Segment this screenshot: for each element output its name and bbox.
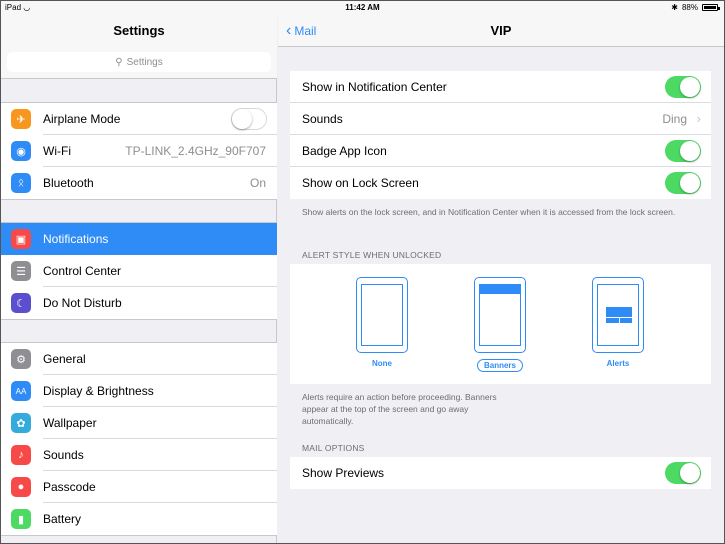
clock: 11:42 AM [345,3,380,12]
alert-style-header: ALERT STYLE WHEN UNLOCKED [302,250,442,260]
bluetooth-status: On [249,176,266,190]
airplane-mode-toggle[interactable] [231,108,267,130]
battery-icon [702,4,720,11]
sidebar-item-label: Display & Brightness [43,375,277,407]
sidebar-item-label: Notifications [43,232,109,246]
notification-settings-group: Show in Notification Center Sounds Ding … [290,71,711,199]
lock-screen-note: Show alerts on the lock screen, and in N… [302,207,676,217]
alert-style-none-label: None [372,359,392,368]
alert-style-banners[interactable]: Banners [470,277,530,373]
notifications-icon: ▣ [11,229,31,249]
page-title: VIP [490,23,512,38]
row-show-on-lock-screen[interactable]: Show on Lock Screen [290,167,711,199]
vip-detail-pane: ‹ Mail VIP Show in Notification Center S… [278,1,724,543]
navigation-bar: ‹ Mail VIP [278,15,724,47]
search-icon: ⚲ [115,56,123,68]
search-bar-container: ⚲ Settings [1,47,277,79]
sounds-icon: ♪ [11,445,31,465]
row-label: Badge App Icon [302,144,387,158]
tablet-banner-icon [474,277,526,353]
alert-style-none[interactable]: None [352,277,412,371]
sidebar-item-label: General [43,343,277,375]
gear-icon: ⚙ [11,349,31,369]
sidebar-item-label: Wallpaper [43,407,277,439]
search-placeholder: Settings [126,56,163,68]
wifi-icon: ◉ [11,141,31,161]
wifi-network-name: TP-LINK_2.4GHz_90F707 [125,144,266,158]
wallpaper-icon: ✿ [11,413,31,433]
sidebar-item-notifications[interactable]: ▣ Notifications [1,223,277,255]
settings-group-general: ⚙ General AA Display & Brightness ✿ Wall… [1,342,277,536]
sidebar-item-airplane-mode[interactable]: ✈ Airplane Mode [1,103,277,135]
sidebar-item-label: Battery [43,512,82,526]
sidebar-item-label: Do Not Disturb [43,296,122,310]
row-show-previews[interactable]: Show Previews [290,457,711,489]
sidebar-item-sounds[interactable]: ♪ Sounds [1,439,277,471]
status-right: ✱ 88% [671,3,720,12]
tablet-alert-icon [592,277,644,353]
sidebar-item-wifi[interactable]: ◉ Wi-Fi TP-LINK_2.4GHz_90F707 [1,135,277,167]
sidebar-item-label: Control Center [43,255,277,287]
lock-icon: ● [11,477,31,497]
sidebar-item-wallpaper[interactable]: ✿ Wallpaper [1,407,277,439]
battery-percent: 88% [681,3,698,12]
bluetooth-status-icon: ✱ [671,3,678,12]
tablet-none-icon [356,277,408,353]
row-sounds[interactable]: Sounds Ding › [290,103,711,135]
chevron-right-icon: › [696,111,701,126]
search-input[interactable]: ⚲ Settings [7,52,271,72]
row-label: Show Previews [302,466,385,480]
row-badge-app-icon[interactable]: Badge App Icon [290,135,711,167]
airplane-icon: ✈ [11,109,31,129]
alert-style-note: Alerts require an action before proceedi… [302,392,497,426]
mail-options-group: Show Previews [290,457,711,489]
settings-sidebar: Settings ⚲ Settings ✈ Airplane Mode ◉ Wi… [1,1,277,543]
row-label: Show on Lock Screen [302,176,419,190]
status-bar: iPad ◡ 11:42 AM ✱ 88% [1,1,724,15]
sidebar-title: Settings [1,15,277,47]
alert-style-alerts[interactable]: Alerts [588,277,648,371]
alert-style-banners-label: Banners [476,359,523,372]
row-label: Sounds [302,112,343,126]
moon-icon: ☾ [11,293,31,313]
mail-options-header: MAIL OPTIONS [302,443,365,453]
sidebar-item-label: Bluetooth [43,176,94,190]
show-previews-toggle[interactable] [665,462,701,484]
alert-style-alerts-label: Alerts [606,359,630,368]
notification-center-toggle[interactable] [665,76,701,98]
control-center-icon: ☰ [11,261,31,281]
ipad-screen: iPad ◡ 11:42 AM ✱ 88% Settings ⚲ Setting… [0,0,725,544]
sidebar-item-passcode[interactable]: ● Passcode [1,471,277,503]
sidebar-item-display-brightness[interactable]: AA Display & Brightness [1,375,277,407]
badge-app-icon-toggle[interactable] [665,140,701,162]
sidebar-item-battery[interactable]: ▮ Battery [1,503,277,535]
sound-value: Ding [662,112,687,126]
settings-group-notifications: ▣ Notifications ☰ Control Center ☾ Do No… [1,222,277,320]
sidebar-item-bluetooth[interactable]: ᛟ Bluetooth On [1,167,277,199]
row-show-in-notification-center[interactable]: Show in Notification Center [290,71,711,103]
alert-style-picker: None Banners Alerts [290,264,711,384]
battery-icon: ▮ [11,509,31,529]
row-label: Show in Notification Center [302,80,447,94]
sidebar-item-control-center[interactable]: ☰ Control Center [1,255,277,287]
display-icon: AA [11,381,31,401]
sidebar-item-label: Sounds [43,439,277,471]
settings-group-connectivity: ✈ Airplane Mode ◉ Wi-Fi TP-LINK_2.4GHz_9… [1,102,277,200]
sidebar-item-do-not-disturb[interactable]: ☾ Do Not Disturb [1,287,277,319]
sidebar-item-label: Passcode [43,471,277,503]
bluetooth-icon: ᛟ [11,173,31,193]
sidebar-item-general[interactable]: ⚙ General [1,343,277,375]
lock-screen-toggle[interactable] [665,172,701,194]
